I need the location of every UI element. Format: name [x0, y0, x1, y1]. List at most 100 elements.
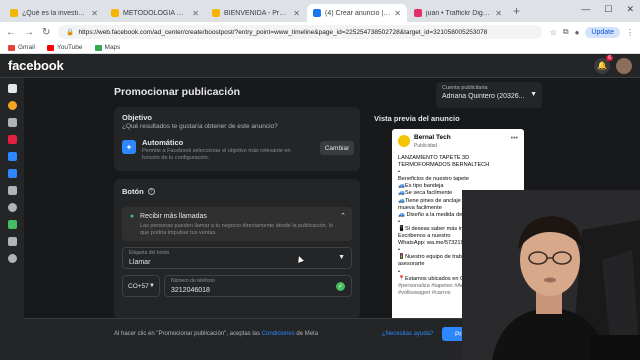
close-icon[interactable]: ✕ — [495, 9, 502, 18]
button-label-field-label: Etiqueta del botón — [129, 250, 170, 256]
browser-tab-active[interactable]: (4) Crear anuncio | Facebook ✕ — [307, 4, 407, 22]
ad-account-value: Adriana Quintero (20326... — [442, 93, 525, 100]
link-icon[interactable] — [7, 254, 17, 263]
ad-account-label: Cuenta publicitaria — [442, 85, 488, 91]
presenter-video — [462, 190, 640, 360]
objective-option-title: Automático — [142, 138, 184, 147]
ad-account-select[interactable]: Cuenta publicitaria Adriana Quintero (20… — [436, 82, 542, 108]
terms-link[interactable]: Condiciones — [262, 331, 295, 337]
browser-tab[interactable]: ¿Qué es la investigación de me ✕ — [4, 4, 104, 22]
avatar[interactable] — [616, 57, 632, 74]
gmail-icon — [8, 44, 15, 51]
preview-title: Vista previa del anuncio — [374, 114, 460, 123]
browser-tab[interactable]: BIENVENIDA - Presentación ✕ — [206, 4, 306, 22]
check-icon: ✓ — [336, 282, 345, 291]
browser-tab[interactable]: METODOLOGÍA DE INICIO - SUA ✕ — [105, 4, 205, 22]
ads-icon[interactable] — [7, 152, 17, 161]
star-icon[interactable]: ☆ — [550, 28, 557, 37]
page-avatar-icon[interactable] — [7, 101, 17, 110]
bookmarks-bar: Gmail YouTube Maps — [0, 42, 640, 54]
minimize-icon[interactable]: — — [581, 4, 590, 15]
preview-line: Beneficios de nuestro tapete — [398, 176, 469, 183]
caret-down-icon: ▼ — [338, 254, 345, 261]
browser-tab[interactable]: juan • Traffickr Digital (@juan_✕ — [408, 4, 508, 22]
bookmark-gmail[interactable]: Gmail — [8, 44, 35, 51]
youtube-icon — [46, 44, 54, 51]
browser-tab-bar: ¿Qué es la investigación de me ✕ METODOLO… — [0, 0, 640, 22]
help-link[interactable]: ¿Necesitas ayuda? — [382, 331, 433, 337]
tab-title: juan • Traffickr Digital (@juan_ — [426, 9, 492, 17]
url-input[interactable]: 🔒 https://web.facebook.com/ad_center/cre… — [58, 25, 542, 39]
bookmark-youtube[interactable]: YouTube — [46, 44, 83, 51]
objective-option-desc: Permite a Facebook seleccionar el objeti… — [142, 148, 291, 161]
objective-question: ¿Qué resultados te gustaría obtener de e… — [122, 123, 278, 130]
country-code-value: CO+57 — [128, 283, 149, 290]
lock-icon: 🔒 — [66, 29, 75, 36]
messenger-icon[interactable] — [7, 220, 17, 229]
maximize-icon[interactable]: ☐ — [604, 4, 612, 15]
more-icon[interactable]: ••• — [511, 135, 518, 142]
change-objective-button[interactable]: Cambiar — [320, 141, 354, 155]
insights-icon[interactable] — [7, 169, 17, 178]
close-icon[interactable]: ✕ — [394, 9, 401, 18]
settings-icon[interactable] — [7, 237, 17, 246]
edit-icon[interactable] — [7, 186, 17, 195]
reload-icon[interactable]: ↻ — [42, 27, 50, 38]
maps-icon — [94, 44, 102, 51]
button-card: Botón ? ● Recibir más llamadas Las perso… — [114, 179, 360, 319]
left-icon-rail — [0, 78, 24, 360]
home-icon[interactable] — [7, 84, 17, 93]
notifications-icon[interactable]: 🔔 6 — [594, 54, 613, 74]
country-code-select[interactable]: CO+57 ▼ — [122, 275, 160, 297]
preview-line: • — [398, 169, 400, 176]
button-label-select[interactable]: Etiqueta del botón Llamar ▼ — [122, 247, 352, 269]
tab-title: (4) Crear anuncio | Facebook — [325, 9, 390, 17]
extensions-icon[interactable]: ⧉ — [563, 27, 569, 37]
grid-icon[interactable] — [7, 118, 17, 127]
objective-card: Objetivo ¿Qué resultados te gustaría obt… — [114, 107, 360, 171]
close-window-icon[interactable]: ✕ — [626, 4, 634, 15]
preview-sponsored: Publicidad · — [414, 143, 441, 149]
facebook-logo[interactable]: facebook — [8, 58, 64, 73]
tab-favicon-icon — [414, 9, 422, 17]
facebook-top-bar: facebook 🔔 6 — [0, 54, 640, 78]
webcam-overlay — [462, 190, 640, 360]
close-icon[interactable]: ✕ — [91, 9, 98, 18]
preview-line: LANZAMIENTO TAPETE 3D — [398, 155, 470, 161]
chevron-up-icon[interactable]: ⌃ — [340, 212, 346, 220]
tab-title: BIENVENIDA - Presentación — [224, 9, 289, 17]
new-tab-icon[interactable]: + — [513, 4, 520, 18]
phone-field-value: 3212046018 — [171, 287, 210, 294]
close-icon[interactable]: ✕ — [293, 9, 300, 18]
button-section-title: Botón — [122, 187, 144, 196]
tab-favicon-icon — [212, 9, 220, 17]
help-icon[interactable]: ? — [147, 188, 155, 195]
window-controls: — ☐ ✕ — [581, 4, 634, 15]
back-icon[interactable]: ← — [6, 27, 16, 38]
objective-title: Objetivo — [122, 113, 153, 122]
forward-icon[interactable]: → — [24, 27, 34, 38]
tab-favicon-icon — [111, 9, 119, 17]
menu-icon[interactable]: ⋮ — [626, 28, 634, 37]
people-icon[interactable] — [7, 203, 17, 212]
phone-number-field[interactable]: Número de teléfono 3212046018 ✓ — [164, 275, 352, 297]
preview-page-name: Bernal Tech — [414, 134, 451, 141]
tab-title: METODOLOGÍA DE INICIO - SUA — [123, 9, 188, 17]
location-pin-icon: ● — [130, 213, 135, 220]
call-option-desc: Las personas pueden llamar a tu negocio … — [140, 223, 333, 236]
bookmark-maps[interactable]: Maps — [94, 44, 120, 51]
caret-down-icon: ▼ — [530, 91, 537, 98]
address-bar-row: ← → ↻ 🔒 https://web.facebook.com/ad_cent… — [0, 22, 640, 42]
tab-favicon-icon — [10, 9, 18, 17]
flag-icon[interactable] — [7, 135, 17, 144]
url-text: https://web.facebook.com/ad_center/creat… — [78, 28, 488, 36]
update-button[interactable]: Update — [585, 26, 620, 38]
notification-badge: 6 — [606, 54, 613, 61]
close-icon[interactable]: ✕ — [192, 9, 199, 18]
caret-down-icon: ▼ — [149, 283, 155, 289]
tab-favicon-icon — [313, 9, 321, 17]
profile-icon[interactable]: ● — [575, 28, 580, 37]
button-label-value: Llamar — [129, 259, 151, 266]
call-option[interactable]: ● Recibir más llamadas Las personas pued… — [122, 207, 352, 241]
top-bar-actions: 🔔 6 — [594, 54, 632, 74]
